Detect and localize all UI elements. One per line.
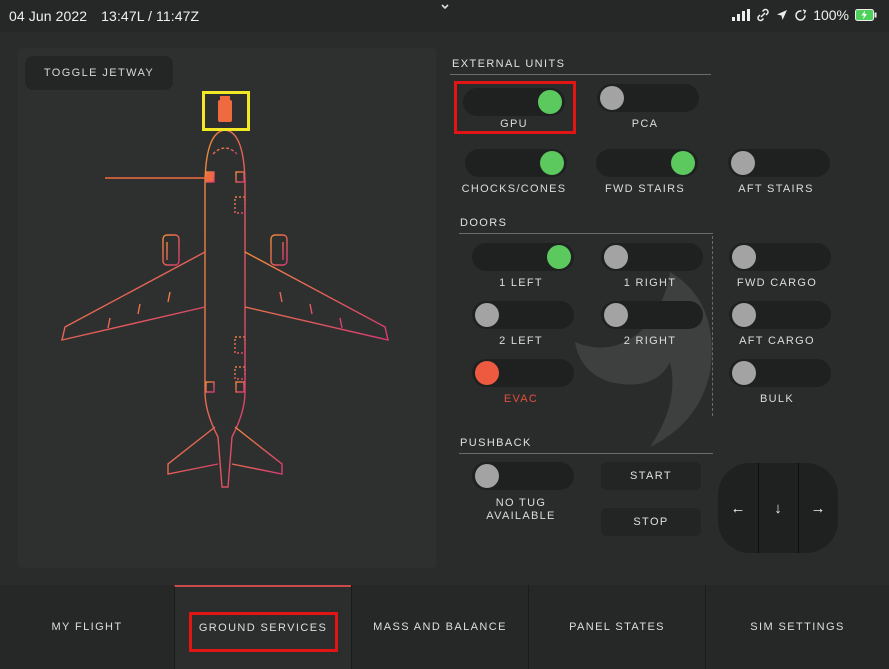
door-2-left-toggle[interactable] <box>472 301 574 329</box>
aft-stairs-knob <box>731 151 755 175</box>
chocks-cones-knob <box>540 151 564 175</box>
door-1-right-label: 1 RIGHT <box>623 277 677 289</box>
pushback-straight-button[interactable]: ↓ <box>758 463 798 553</box>
cellular-signal-icon <box>732 9 751 21</box>
fwd-cargo-toggle[interactable] <box>729 243 831 271</box>
status-icons: 100% <box>732 7 877 23</box>
bird-logo-icon <box>575 272 712 447</box>
fwd-stairs-label: FWD STAIRS <box>604 183 685 195</box>
fwd-cargo-knob <box>732 245 756 269</box>
gpu-highlight <box>454 81 576 134</box>
chocks-cones-toggle[interactable] <box>465 149 567 177</box>
evac-label: EVAC <box>503 393 539 405</box>
door-2-right-toggle[interactable] <box>601 301 703 329</box>
tug-status-line1: NO TUG <box>495 497 547 509</box>
bulk-toggle[interactable] <box>729 359 831 387</box>
pushback-stop-button[interactable]: STOP <box>601 508 701 536</box>
status-date-time: 04 Jun 2022 13:47L / 11:47Z <box>9 8 213 24</box>
pca-knob <box>600 86 624 110</box>
tab-sim-settings[interactable]: SIM SETTINGS <box>705 585 889 669</box>
toggle-jetway-button[interactable]: TOGGLE JETWAY <box>25 56 173 90</box>
bottom-tab-bar: MY FLIGHT GROUND SERVICES MASS AND BALAN… <box>0 585 889 669</box>
location-arrow-icon <box>777 10 788 20</box>
evac-toggle[interactable] <box>472 359 574 387</box>
external-units-divider <box>450 74 711 75</box>
pushback-start-button[interactable]: START <box>601 462 701 490</box>
door-1-left-knob <box>547 245 571 269</box>
chevron-down-icon[interactable] <box>438 2 452 12</box>
chocks-cones-label: CHOCKS/CONES <box>461 183 567 195</box>
doors-column-divider <box>712 236 713 416</box>
pca-label: PCA <box>631 118 659 130</box>
gpu-vehicle-highlight <box>202 91 250 131</box>
fwd-stairs-toggle[interactable] <box>596 149 698 177</box>
pushback-title: PUSHBACK <box>460 437 532 449</box>
bulk-knob <box>732 361 756 385</box>
tab-panel-states[interactable]: PANEL STATES <box>528 585 705 669</box>
status-date: 04 Jun 2022 <box>9 8 88 24</box>
doors-title: DOORS <box>460 217 508 229</box>
pushback-direction-pad: ← ↓ → <box>718 463 838 553</box>
status-bar: 04 Jun 2022 13:47L / 11:47Z 100% <box>0 0 889 32</box>
bulk-label: BULK <box>760 393 794 405</box>
door-2-left-label: 2 LEFT <box>499 335 543 347</box>
status-time: 13:47L / 11:47Z <box>101 8 200 24</box>
tab-my-flight[interactable]: MY FLIGHT <box>0 585 174 669</box>
pushback-right-button[interactable]: → <box>798 463 838 553</box>
door-2-left-knob <box>475 303 499 327</box>
door-1-right-knob <box>604 245 628 269</box>
door-2-right-knob <box>604 303 628 327</box>
battery-percent: 100% <box>813 7 849 23</box>
door-2-right-label: 2 RIGHT <box>623 335 677 347</box>
pca-toggle[interactable] <box>597 84 699 112</box>
doors-divider <box>459 233 713 234</box>
aft-cargo-toggle[interactable] <box>729 301 831 329</box>
aft-cargo-label: AFT CARGO <box>739 335 815 347</box>
aft-stairs-toggle[interactable] <box>728 149 830 177</box>
fwd-cargo-label: FWD CARGO <box>736 277 818 289</box>
door-1-right-toggle[interactable] <box>601 243 703 271</box>
pushback-left-button[interactable]: ← <box>718 463 758 553</box>
tug-status-label: NO TUG AVAILABLE <box>451 497 591 522</box>
battery-charging-icon <box>855 9 877 21</box>
aft-stairs-label: AFT STAIRS <box>738 183 814 195</box>
ground-services-tab-highlight <box>189 612 338 652</box>
tug-knob <box>475 464 499 488</box>
tug-toggle[interactable] <box>472 462 574 490</box>
door-1-left-toggle[interactable] <box>472 243 574 271</box>
external-units-title: EXTERNAL UNITS <box>452 58 566 70</box>
aircraft-diagram <box>61 96 389 488</box>
door-1-left-label: 1 LEFT <box>499 277 543 289</box>
aft-cargo-knob <box>732 303 756 327</box>
tab-mass-and-balance[interactable]: MASS AND BALANCE <box>351 585 528 669</box>
pushback-divider <box>459 453 713 454</box>
tug-status-line2: AVAILABLE <box>486 510 556 522</box>
sync-icon <box>795 8 807 21</box>
link-icon <box>757 8 769 22</box>
evac-knob <box>475 361 499 385</box>
fwd-stairs-knob <box>671 151 695 175</box>
